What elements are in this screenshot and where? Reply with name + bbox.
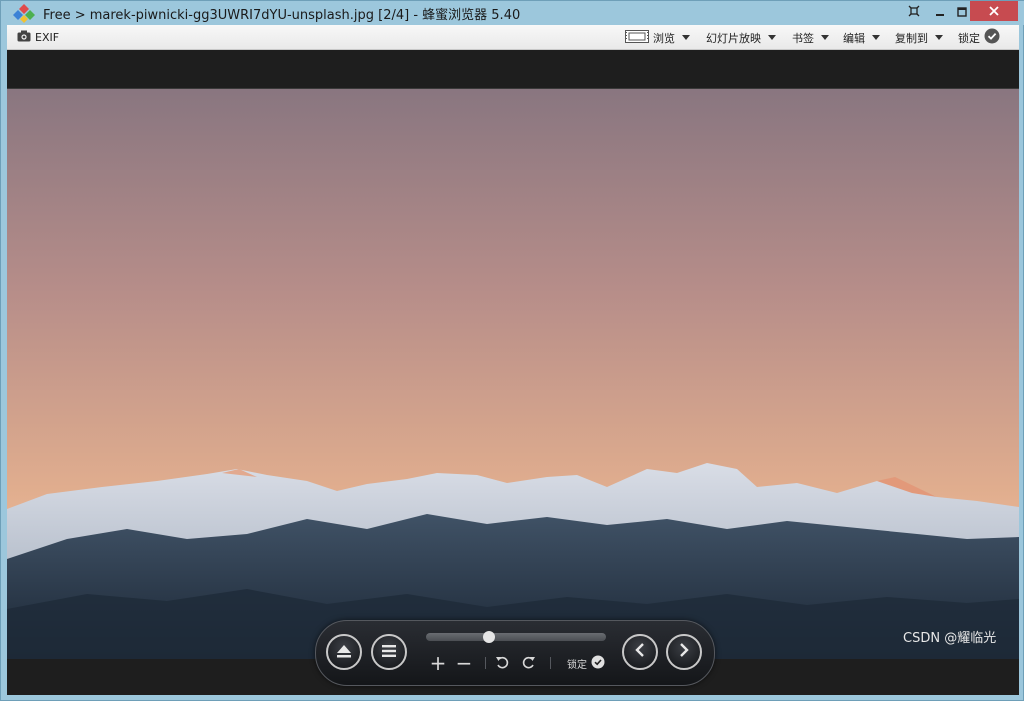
menu-icon <box>381 643 397 662</box>
photo-mountains <box>7 88 1019 659</box>
watermark-text: CSDN @耀临光 <box>903 631 997 646</box>
eject-button[interactable] <box>326 634 362 670</box>
chevron-down-icon <box>872 35 880 40</box>
chevron-down-icon <box>768 35 776 40</box>
browse-menu[interactable]: 浏览 <box>625 25 690 50</box>
chevron-down-icon <box>682 35 690 40</box>
browse-label: 浏览 <box>653 31 675 45</box>
app-window: Free > marek-piwnicki-gg3UWRI7dYU-unspla… <box>0 0 1024 701</box>
pod-lock-toggle[interactable]: 锁定 <box>562 654 610 672</box>
rotate-right-button[interactable] <box>521 654 537 672</box>
close-icon <box>988 2 1000 21</box>
maximize-button[interactable] <box>953 1 971 21</box>
check-circle-icon <box>591 655 605 672</box>
camera-icon <box>17 30 31 45</box>
previous-image-button[interactable] <box>622 634 658 670</box>
minimize-icon <box>935 2 945 21</box>
pin-button[interactable] <box>901 1 927 21</box>
bookmark-label: 书签 <box>792 31 814 45</box>
rotate-left-icon <box>495 654 509 673</box>
toolbar: EXIF 浏览 幻灯片放映 书签 编辑 复制到 锁定 <box>7 25 1019 50</box>
lock-toggle[interactable]: 锁定 <box>958 25 1000 50</box>
pin-icon <box>908 2 920 21</box>
maximize-icon <box>957 2 967 21</box>
zoom-slider[interactable] <box>426 631 606 643</box>
window-title: Free > marek-piwnicki-gg3UWRI7dYU-unspla… <box>43 8 521 23</box>
menu-button[interactable] <box>371 634 407 670</box>
edit-menu[interactable]: 编辑 <box>843 25 880 50</box>
exif-button[interactable]: EXIF <box>17 25 59 50</box>
zoom-in-icon: + <box>429 651 447 675</box>
lock-label: 锁定 <box>958 31 980 45</box>
pod-lock-label: 锁定 <box>567 659 587 671</box>
rotate-left-button[interactable] <box>494 654 510 672</box>
zoom-in-button[interactable]: + <box>429 651 447 675</box>
chevron-down-icon <box>935 35 943 40</box>
zoom-out-button[interactable]: − <box>455 651 473 675</box>
prev-icon <box>633 642 647 662</box>
control-pod: + − 锁定 <box>315 620 715 686</box>
chevron-down-icon <box>821 35 829 40</box>
check-circle-icon <box>984 28 1000 47</box>
image-viewer[interactable]: + − 锁定 <box>7 50 1019 695</box>
filmstrip-icon <box>625 29 649 46</box>
separator <box>550 657 551 669</box>
rotate-right-icon <box>522 654 536 673</box>
app-logo-icon <box>13 3 35 23</box>
title-bar[interactable]: Free > marek-piwnicki-gg3UWRI7dYU-unspla… <box>1 1 1024 25</box>
bookmark-menu[interactable]: 书签 <box>792 25 829 50</box>
close-button[interactable] <box>970 1 1018 21</box>
separator <box>485 657 486 669</box>
slideshow-label: 幻灯片放映 <box>706 31 761 45</box>
copy-to-label: 复制到 <box>895 31 928 45</box>
slideshow-menu[interactable]: 幻灯片放映 <box>706 25 776 50</box>
next-image-button[interactable] <box>666 634 702 670</box>
zoom-out-icon: − <box>455 651 473 675</box>
eject-icon <box>336 643 352 662</box>
exif-label: EXIF <box>35 31 60 44</box>
edit-label: 编辑 <box>843 31 865 45</box>
zoom-slider-thumb[interactable] <box>483 631 495 643</box>
copy-to-menu[interactable]: 复制到 <box>895 25 943 50</box>
next-icon <box>677 642 691 662</box>
minimize-button[interactable] <box>927 1 953 21</box>
